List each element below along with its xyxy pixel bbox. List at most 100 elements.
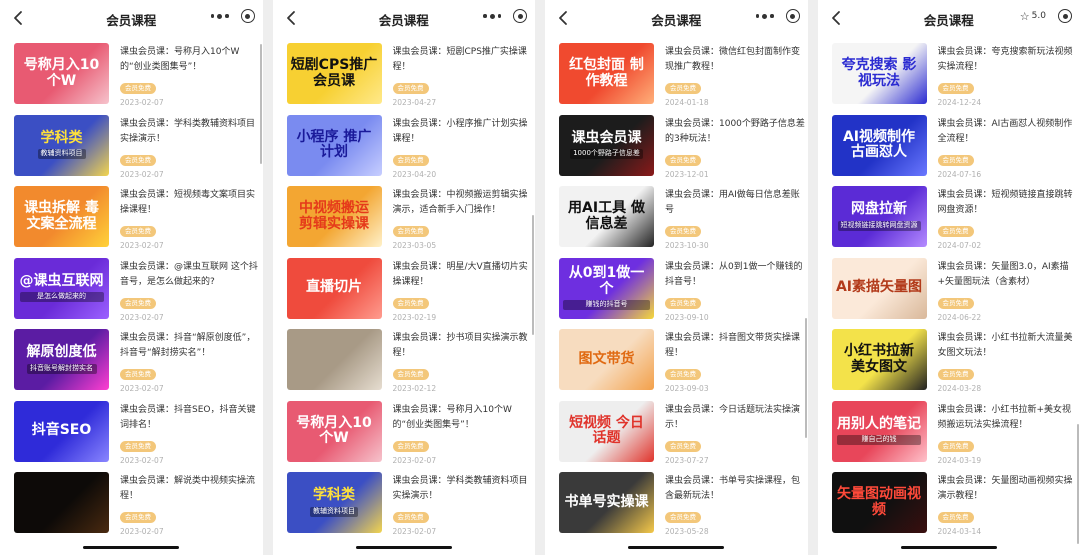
course-list-item[interactable]: 红包封面 制作教程 课虫会员课：微信红包封面制作变现推广教程！ 会员免费 2024-0… xyxy=(545,38,808,110)
course-title[interactable]: 课虫会员课：短视频毒文案项目实操课程！ xyxy=(120,188,260,218)
course-list[interactable]: 短剧CPS推广 会员课 课虫会员课：短剧CPS推广实操课程！ 会员免费 2023-04… xyxy=(273,38,536,555)
course-list-item[interactable]: 抖音SEO 课虫会员课：抖音SEO，抖音关键词排名！ 会员免费 2023-02-07 xyxy=(0,396,263,468)
course-thumbnail[interactable]: 夸克搜索 影视玩法 xyxy=(831,43,927,104)
course-thumbnail[interactable]: 学科类 教辅资料项目 xyxy=(14,114,109,176)
course-thumbnail[interactable] xyxy=(14,472,109,533)
course-list-item[interactable]: 直播切片 课虫会员课：明星/大V直播切片实操课程！ 会员免费 2023-02-19 xyxy=(273,253,536,325)
course-thumbnail[interactable]: 图文带货 xyxy=(559,329,654,390)
back-arrow-icon[interactable] xyxy=(8,8,28,28)
course-thumbnail[interactable] xyxy=(286,329,382,390)
course-title[interactable]: 课虫会员课：抖音SEO，抖音关键词排名！ xyxy=(120,403,260,433)
close-miniprogram-icon[interactable] xyxy=(785,9,800,23)
course-list-item[interactable]: 小红书拉新 美女图文 课虫会员课：小红书拉新大流量美女图文玩法！ 会员免费 2024-… xyxy=(818,324,1080,396)
course-list[interactable]: 号称月入10个W 课虫会员课：号称月入10个W的“创业类图集号”！ 会员免费 2023… xyxy=(0,38,263,555)
course-thumbnail[interactable]: 号称月入10个W xyxy=(286,400,382,462)
back-arrow-icon[interactable] xyxy=(553,8,573,28)
course-thumbnail[interactable]: 抖音SEO xyxy=(14,400,109,462)
course-list-item[interactable]: 用AI工具 做信息差 课虫会员课：用AI做每日信息差账号 会员免费 2023-10-3… xyxy=(545,181,808,253)
course-list-item[interactable]: 书单号实操课 课虫会员课：书单号实操课程，包含最新玩法！ 会员免费 2023-05-2… xyxy=(545,467,808,539)
course-title[interactable]: 课虫会员课：用AI做每日信息差账号 xyxy=(665,188,805,218)
course-title[interactable]: 课虫会员课：从0到1做一个赚钱的抖音号！ xyxy=(665,260,805,290)
course-list-item[interactable]: 号称月入10个W 课虫会员课：号称月入10个W的“创业类图集号”！ 会员免费 2023… xyxy=(273,396,536,468)
course-list-item[interactable]: 用别人的笔记 赚自己的钱 课虫会员课：小红书拉新+美女视频搬运玩法实操流程！ 会员免费… xyxy=(818,396,1080,468)
course-title[interactable]: 课虫会员课：矢量图动画视频实操演示教程！ xyxy=(938,474,1078,504)
back-arrow-icon[interactable] xyxy=(826,8,846,28)
course-title[interactable]: 课虫会员课：短视频链接直接跳转网盘资源！ xyxy=(938,188,1078,218)
course-thumbnail[interactable]: 短视频 今日话题 xyxy=(559,400,654,462)
course-title[interactable]: 课虫会员课：小程序推广计划实操课程！ xyxy=(393,117,533,147)
course-title[interactable]: 课虫会员课：抖音图文带货实操课程！ xyxy=(665,331,805,361)
close-miniprogram-icon[interactable] xyxy=(240,9,255,23)
course-title[interactable]: 课虫会员课：号称月入10个W的“创业类图集号”！ xyxy=(393,403,533,433)
course-list-item[interactable]: 学科类 教辅资料项目 课虫会员课：学科类教辅资料项目实操演示！ 会员免费 2023-02… xyxy=(0,110,263,182)
rating-badge[interactable]: ☆ 5.0 xyxy=(1020,11,1046,22)
course-thumbnail[interactable]: 红包封面 制作教程 xyxy=(559,43,654,104)
course-title[interactable]: 课虫会员课：明星/大V直播切片实操课程！ xyxy=(393,260,533,290)
course-thumbnail[interactable]: 小红书拉新 美女图文 xyxy=(831,329,927,390)
course-list-item[interactable]: 图文带货 课虫会员课：抖音图文带货实操课程！ 会员免费 2023-09-03 xyxy=(545,324,808,396)
course-list-item[interactable]: 夸克搜索 影视玩法 课虫会员课：夸克搜索新玩法视频实操流程！ 会员免费 2024-12… xyxy=(818,38,1080,110)
course-title[interactable]: 课虫会员课：今日话题玩法实操演示！ xyxy=(665,403,805,433)
course-thumbnail[interactable]: AI视频制作 古画怼人 xyxy=(831,114,927,176)
course-thumbnail[interactable]: 学科类 教辅资料项目 xyxy=(286,472,382,533)
back-arrow-icon[interactable] xyxy=(281,8,301,28)
course-title[interactable]: 课虫会员课：微信红包封面制作变现推广教程！ xyxy=(665,45,805,75)
course-thumbnail[interactable]: 矢量图动画视频 xyxy=(831,472,927,533)
course-thumbnail[interactable]: 直播切片 xyxy=(286,257,382,319)
course-list-item[interactable]: 课虫会员课 1000个野路子信息差 课虫会员课：1000个野路子信息差的3种玩法！ 会… xyxy=(545,110,808,182)
more-options-icon[interactable] xyxy=(483,10,501,22)
course-title[interactable]: 课虫会员课：抄书项目实操演示教程！ xyxy=(393,331,533,361)
course-thumbnail[interactable]: AI素描矢量图 xyxy=(831,257,927,319)
course-thumbnail[interactable]: 用别人的笔记 赚自己的钱 xyxy=(831,400,927,462)
course-title[interactable]: 课虫会员课：解说类中视频实操流程！ xyxy=(120,474,260,504)
course-list-item[interactable]: 课虫会员课：解说类中视频实操流程！ 会员免费 2023-02-07 xyxy=(0,467,263,539)
course-list-item[interactable]: 短剧CPS推广 会员课 课虫会员课：短剧CPS推广实操课程！ 会员免费 2023-04… xyxy=(273,38,536,110)
course-thumbnail[interactable]: 用AI工具 做信息差 xyxy=(559,186,654,247)
course-title[interactable]: 课虫会员课：书单号实操课程，包含最新玩法！ xyxy=(665,474,805,504)
course-list-item[interactable]: 解原创度低 抖音账号解封捞实名 课虫会员课：抖音“解原创度低”，抖音号“解封捞实名”… xyxy=(0,324,263,396)
course-thumbnail[interactable]: 课虫会员课 1000个野路子信息差 xyxy=(559,114,654,176)
course-thumbnail[interactable]: @课虫互联网 是怎么做起来的 xyxy=(14,257,109,319)
course-thumbnail[interactable]: 小程序 推广计划 xyxy=(286,114,382,176)
course-title[interactable]: 课虫会员课：抖音“解原创度低”，抖音号“解封捞实名”！ xyxy=(120,331,260,361)
course-list-item[interactable]: 网盘拉新 短视频链接跳转网盘资源 课虫会员课：短视频链接直接跳转网盘资源！ 会员免费 2… xyxy=(818,181,1080,253)
course-list-item[interactable]: AI素描矢量图 课虫会员课：矢量图3.0，AI素描+矢量图玩法（含素材） 会员免费 2… xyxy=(818,253,1080,325)
course-list-item[interactable]: 课虫会员课：抄书项目实操演示教程！ 会员免费 2023-02-12 xyxy=(273,324,536,396)
course-title[interactable]: 课虫会员课：夸克搜索新玩法视频实操流程！ xyxy=(938,45,1078,75)
course-list-item[interactable]: 中视频搬运 剪辑实操课 课虫会员课：中视频搬运剪辑实操演示，适合新手入门操作！ 会员… xyxy=(273,181,536,253)
course-title[interactable]: 课虫会员课：小红书拉新+美女视频搬运玩法实操流程！ xyxy=(938,403,1078,433)
course-title[interactable]: 课虫会员课：中视频搬运剪辑实操演示，适合新手入门操作！ xyxy=(393,188,533,218)
course-thumbnail[interactable]: 中视频搬运 剪辑实操课 xyxy=(286,186,382,247)
course-thumbnail[interactable]: 课虫拆解 毒文案全流程 xyxy=(14,186,109,247)
course-list-item[interactable]: 从0到1做一个 赚钱的抖音号 课虫会员课：从0到1做一个赚钱的抖音号！ 会员免费 202… xyxy=(545,253,808,325)
course-list-item[interactable]: 学科类 教辅资料项目 课虫会员课：学科类教辅资料项目实操演示！ 会员免费 2023-02… xyxy=(273,467,536,539)
course-list[interactable]: 夸克搜索 影视玩法 课虫会员课：夸克搜索新玩法视频实操流程！ 会员免费 2024-12… xyxy=(818,38,1080,555)
course-thumbnail[interactable]: 短剧CPS推广 会员课 xyxy=(286,43,382,104)
course-title[interactable]: 课虫会员课：短剧CPS推广实操课程！ xyxy=(393,45,533,75)
course-list-item[interactable]: 矢量图动画视频 课虫会员课：矢量图动画视频实操演示教程！ 会员免费 2024-03-1… xyxy=(818,467,1080,539)
course-thumbnail[interactable]: 网盘拉新 短视频链接跳转网盘资源 xyxy=(831,186,927,247)
course-title[interactable]: 课虫会员课：号称月入10个W的“创业类图集号”！ xyxy=(120,45,260,75)
course-list-item[interactable]: 号称月入10个W 课虫会员课：号称月入10个W的“创业类图集号”！ 会员免费 2023… xyxy=(0,38,263,110)
more-options-icon[interactable] xyxy=(210,10,229,22)
course-title[interactable]: 课虫会员课：学科类教辅资料项目实操演示！ xyxy=(120,117,260,147)
course-title[interactable]: 课虫会员课：AI古画怼人视频制作全流程！ xyxy=(938,117,1078,147)
close-miniprogram-icon[interactable] xyxy=(513,9,527,23)
course-list-item[interactable]: AI视频制作 古画怼人 课虫会员课：AI古画怼人视频制作全流程！ 会员免费 2024-… xyxy=(818,110,1080,182)
course-thumbnail[interactable]: 号称月入10个W xyxy=(14,43,109,104)
course-title[interactable]: 课虫会员课：1000个野路子信息差的3种玩法！ xyxy=(665,117,805,147)
course-title[interactable]: 课虫会员课：小红书拉新大流量美女图文玩法！ xyxy=(938,331,1078,361)
course-list-item[interactable]: @课虫互联网 是怎么做起来的 课虫会员课：@课虫互联网 这个抖音号，是怎么做起来的?… xyxy=(0,253,263,325)
course-list-item[interactable]: 短视频 今日话题 课虫会员课：今日话题玩法实操演示！ 会员免费 2023-07-27 xyxy=(545,396,808,468)
course-thumbnail[interactable]: 解原创度低 抖音账号解封捞实名 xyxy=(14,329,109,390)
course-thumbnail[interactable]: 书单号实操课 xyxy=(559,472,654,533)
course-title[interactable]: 课虫会员课：学科类教辅资料项目实操演示！ xyxy=(393,474,533,504)
close-miniprogram-icon[interactable] xyxy=(1058,9,1072,23)
course-title[interactable]: 课虫会员课：@课虫互联网 这个抖音号，是怎么做起来的? xyxy=(120,260,260,290)
course-list-item[interactable]: 小程序 推广计划 课虫会员课：小程序推广计划实操课程！ 会员免费 2023-04-20 xyxy=(273,110,536,182)
course-list-item[interactable]: 课虫拆解 毒文案全流程 课虫会员课：短视频毒文案项目实操课程！ 会员免费 2023-0… xyxy=(0,181,263,253)
more-options-icon[interactable] xyxy=(755,10,774,22)
course-list[interactable]: 红包封面 制作教程 课虫会员课：微信红包封面制作变现推广教程！ 会员免费 2024-0… xyxy=(545,38,808,555)
course-thumbnail[interactable]: 从0到1做一个 赚钱的抖音号 xyxy=(559,257,654,319)
course-title[interactable]: 课虫会员课：矢量图3.0，AI素描+矢量图玩法（含素材） xyxy=(938,260,1078,290)
